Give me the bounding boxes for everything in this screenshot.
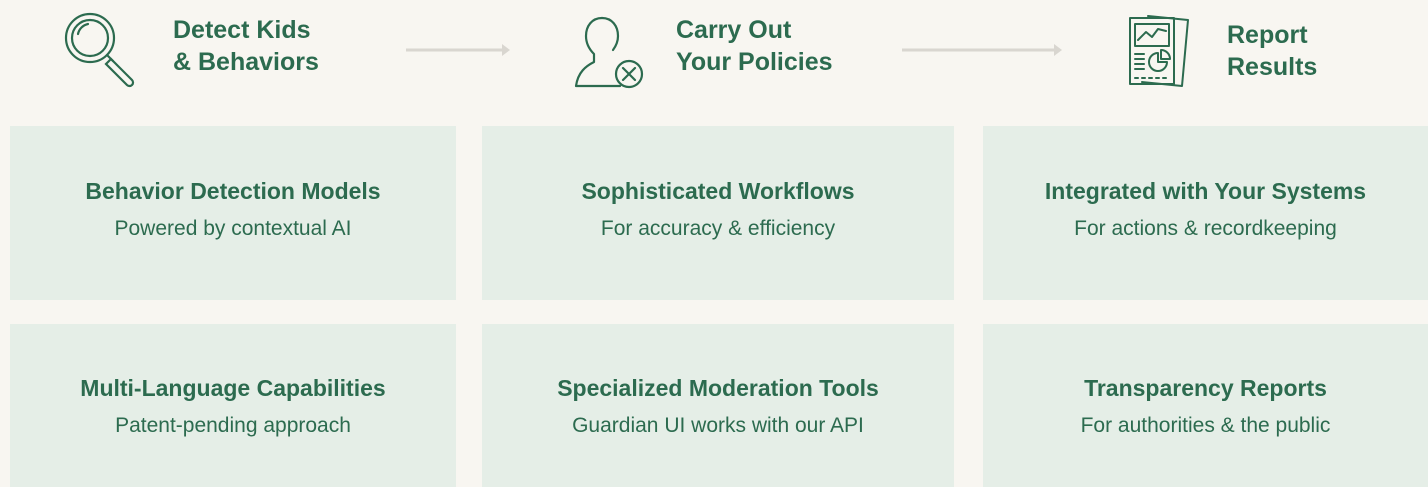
card-subtitle: For actions & recordkeeping — [1074, 217, 1337, 240]
card-subtitle: Guardian UI works with our API — [572, 414, 864, 437]
card-behavior-detection: Behavior Detection Models Powered by con… — [10, 126, 456, 300]
card-subtitle: For accuracy & efficiency — [600, 217, 836, 240]
user-block-icon — [572, 8, 652, 92]
step-report: Report Results — [1110, 0, 1428, 110]
card-transparency-reports: Transparency Reports For authorities & t… — [983, 324, 1428, 487]
step-label-detect: Detect Kids & Behaviors — [173, 14, 319, 78]
card-title: Behavior Detection Models — [85, 178, 381, 204]
magnifier-icon — [60, 10, 140, 90]
report-icon — [1124, 12, 1196, 90]
card-title: Integrated with Your Systems — [1044, 178, 1367, 204]
arrow-right-icon — [900, 38, 1070, 67]
step-label-line: Detect Kids — [173, 16, 311, 44]
card-subtitle: For authorities & the public — [1080, 414, 1331, 437]
card-title: Transparency Reports — [1084, 375, 1327, 401]
step-detect: Detect Kids & Behaviors — [0, 0, 400, 110]
arrow-right-icon — [404, 38, 514, 67]
step-label-line: Your Policies — [676, 48, 833, 76]
card-integrated: Integrated with Your Systems For actions… — [983, 126, 1428, 300]
card-title: Specialized Moderation Tools — [557, 375, 879, 401]
step-label-line: Results — [1227, 53, 1318, 81]
card-title: Multi-Language Capabilities — [80, 375, 386, 401]
step-label-line: & Behaviors — [173, 48, 319, 76]
step-label-line: Report — [1227, 21, 1308, 49]
card-multi-language: Multi-Language Capabilities Patent-pendi… — [10, 324, 456, 487]
card-subtitle: Powered by contextual AI — [114, 217, 352, 240]
step-label-carry-out: Carry Out Your Policies — [676, 14, 833, 78]
card-title: Sophisticated Workflows — [581, 178, 855, 204]
step-label-line: Carry Out — [676, 16, 792, 44]
card-subtitle: Patent-pending approach — [115, 414, 351, 437]
card-moderation-tools: Specialized Moderation Tools Guardian UI… — [482, 324, 954, 487]
step-label-report: Report Results — [1227, 19, 1317, 83]
card-workflows: Sophisticated Workflows For accuracy & e… — [482, 126, 954, 300]
